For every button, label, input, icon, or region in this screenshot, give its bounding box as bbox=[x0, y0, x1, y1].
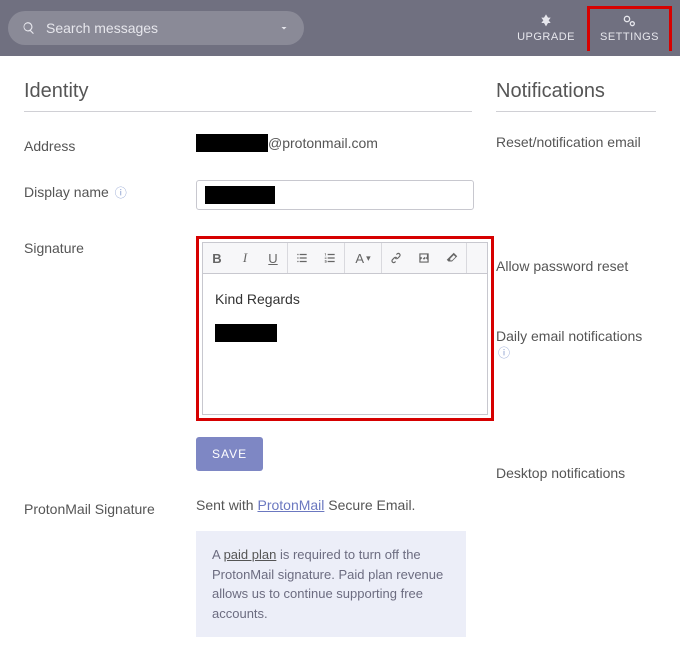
identity-heading: Identity bbox=[24, 80, 472, 112]
ordered-list-button[interactable] bbox=[316, 243, 344, 273]
search-messages[interactable] bbox=[8, 11, 304, 45]
image-icon bbox=[417, 251, 431, 265]
display-name-label: Display name ⓘ bbox=[24, 180, 196, 201]
redacted-address bbox=[196, 134, 268, 152]
search-input[interactable] bbox=[46, 20, 278, 36]
protonmail-signature-label: ProtonMail Signature bbox=[24, 497, 196, 517]
protonmail-signature-text: Sent with ProtonMail Secure Email. bbox=[196, 497, 472, 513]
address-domain: @protonmail.com bbox=[268, 135, 378, 151]
display-name-input[interactable] bbox=[196, 180, 474, 210]
paid-plan-notice: A paid plan is required to turn off the … bbox=[196, 531, 466, 637]
info-icon[interactable]: ⓘ bbox=[115, 186, 127, 200]
redacted-signature-name bbox=[215, 324, 277, 342]
chevron-down-icon[interactable] bbox=[278, 22, 290, 34]
upgrade-button[interactable]: UPGRADE bbox=[505, 7, 587, 49]
upgrade-icon bbox=[537, 13, 555, 29]
notifications-heading: Notifications bbox=[496, 80, 656, 112]
gears-icon bbox=[620, 13, 638, 29]
info-icon[interactable]: ⓘ bbox=[498, 346, 510, 360]
redacted-display-name bbox=[205, 186, 275, 204]
signature-textarea[interactable]: Kind Regards bbox=[203, 274, 487, 414]
unordered-list-button[interactable] bbox=[288, 243, 316, 273]
editor-toolbar: B I U bbox=[203, 243, 487, 274]
bold-button[interactable]: B bbox=[203, 243, 231, 273]
link-icon bbox=[389, 251, 403, 265]
eraser-icon bbox=[445, 251, 459, 265]
desktop-notifications-label: Desktop notifications bbox=[496, 465, 656, 481]
address-value: @protonmail.com bbox=[196, 134, 472, 152]
reset-notification-email-label: Reset/notification email bbox=[496, 134, 656, 150]
signature-editor[interactable]: B I U bbox=[202, 242, 488, 415]
ol-icon bbox=[323, 251, 337, 265]
address-label: Address bbox=[24, 134, 196, 154]
ul-icon bbox=[295, 251, 309, 265]
settings-label: SETTINGS bbox=[600, 31, 659, 43]
signature-editor-highlight: B I U bbox=[196, 236, 494, 421]
link-button[interactable] bbox=[382, 243, 410, 273]
signature-line-1: Kind Regards bbox=[215, 288, 475, 310]
italic-button[interactable]: I bbox=[231, 243, 259, 273]
save-button[interactable]: SAVE bbox=[196, 437, 263, 471]
underline-button[interactable]: U bbox=[259, 243, 287, 273]
topbar: UPGRADE SETTINGS bbox=[0, 0, 680, 56]
settings-button[interactable]: SETTINGS bbox=[587, 6, 672, 51]
protonmail-link[interactable]: ProtonMail bbox=[257, 497, 324, 513]
daily-email-notifications-label: Daily email notifications ⓘ bbox=[496, 328, 656, 361]
font-button[interactable]: A▾ bbox=[345, 243, 381, 273]
upgrade-label: UPGRADE bbox=[517, 31, 575, 43]
search-icon bbox=[22, 21, 36, 35]
paid-plan-link[interactable]: paid plan bbox=[224, 547, 277, 562]
image-button[interactable] bbox=[410, 243, 438, 273]
allow-password-reset-label: Allow password reset bbox=[496, 258, 656, 274]
clear-format-button[interactable] bbox=[438, 243, 466, 273]
signature-label: Signature bbox=[24, 236, 196, 256]
